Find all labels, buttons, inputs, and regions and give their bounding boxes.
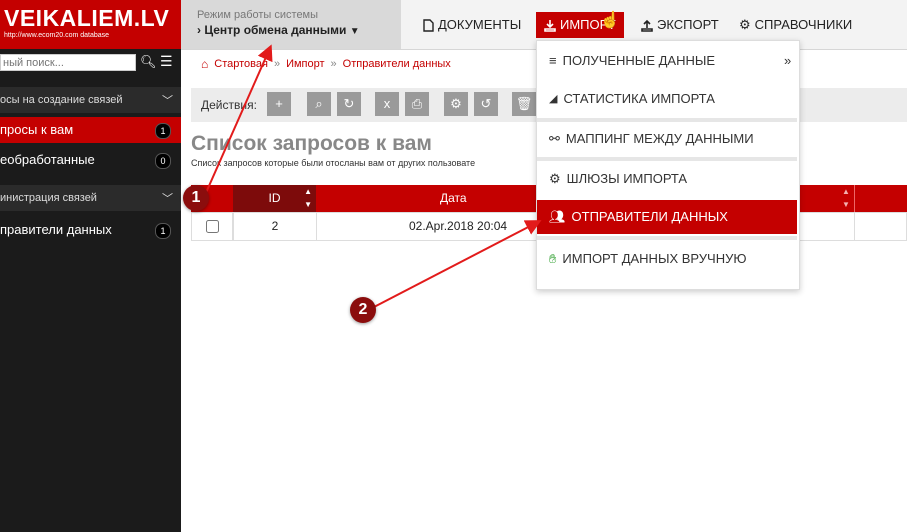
annotation-arrow-2: [371, 220, 542, 309]
annotation-arrows: [204, 44, 542, 309]
annotation-marker-2: 2: [350, 297, 376, 323]
annotation-arrow-1: [204, 44, 273, 196]
annotation-marker-1: 1: [183, 185, 209, 211]
